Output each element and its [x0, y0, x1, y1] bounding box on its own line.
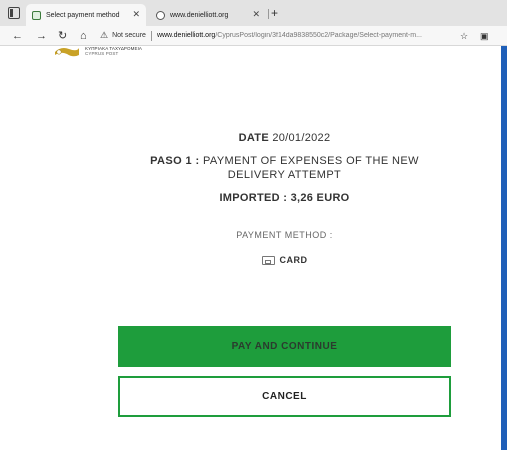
favorites-icon[interactable]: ☆: [460, 29, 468, 43]
date-line: DATE 20/01/2022: [118, 132, 451, 144]
back-icon[interactable]: ←: [12, 29, 23, 43]
cyprus-post-logo: ΚΥΠΡΙΑΚΑ ΤΑΧΥΔΡΟΜΕΙΑ CYPRUS POST: [53, 46, 153, 60]
browser-chrome: Select payment method ✕ www.denielliott.…: [0, 0, 507, 46]
tab-bar: Select payment method ✕ www.denielliott.…: [0, 0, 507, 26]
date-value: 20/01/2022: [272, 132, 331, 144]
page-favicon-icon: [32, 10, 41, 20]
tab-denielliott[interactable]: www.denielliott.org ✕: [150, 4, 266, 26]
warning-icon: ⚠: [100, 30, 109, 40]
payment-method-label: PAYMENT METHOD :: [236, 230, 333, 240]
card-option-label: CARD: [279, 255, 308, 265]
window-menu-icon[interactable]: [8, 7, 20, 19]
amount-label: IMPORTED :: [219, 192, 288, 204]
address-divider: [150, 30, 152, 41]
pay-and-continue-button[interactable]: PAY AND CONTINUE: [118, 326, 451, 367]
tab-select-payment[interactable]: Select payment method ✕: [26, 4, 146, 26]
close-icon[interactable]: ✕: [132, 9, 140, 20]
address-bar[interactable]: ⚠ Not secure www.denielliott.org /Cyprus…: [100, 27, 450, 44]
desktop-background-edge: [501, 46, 507, 450]
close-icon[interactable]: ✕: [252, 9, 260, 20]
home-icon[interactable]: ⌂: [80, 29, 87, 43]
credit-card-icon: [261, 255, 275, 265]
globe-icon: [156, 10, 165, 20]
collections-icon[interactable]: ▣: [480, 29, 489, 43]
tab-title: www.denielliott.org: [170, 11, 229, 19]
forward-icon[interactable]: →: [36, 29, 47, 43]
security-label: Not secure: [112, 32, 146, 39]
tab-divider: [268, 9, 269, 19]
post-horn-icon: [55, 48, 79, 57]
cancel-button[interactable]: CANCEL: [118, 376, 451, 417]
step-line: PASO 1 : PAYMENT OF EXPENSES OF THE NEW …: [118, 154, 451, 182]
navigation-bar: ← → ↻ ⌂ ⚠ Not secure www.denielliott.org…: [0, 26, 507, 46]
logo-line-english: CYPRUS POST: [85, 51, 119, 56]
web-page: ΚΥΠΡΙΑΚΑ ΤΑΧΥΔΡΟΜΕΙΑ CYPRUS POST DATE 20…: [0, 46, 501, 450]
payment-summary: DATE 20/01/2022 PASO 1 : PAYMENT OF EXPE…: [118, 132, 451, 265]
step-label: PASO 1 :: [150, 155, 200, 167]
tab-title: Select payment method: [46, 11, 120, 19]
step-text: PAYMENT OF EXPENSES OF THE NEW DELIVERY …: [202, 155, 419, 181]
date-label: DATE: [238, 132, 269, 144]
amount-line: IMPORTED : 3,26 EURO: [118, 192, 451, 204]
url-host: www.denielliott.org: [156, 32, 216, 39]
new-tab-icon[interactable]: +: [271, 6, 278, 20]
refresh-icon[interactable]: ↻: [58, 29, 67, 43]
url-path: /CyprusPost/login/3f14da9838550c2/Packag…: [215, 32, 422, 39]
amount-value: 3,26 EURO: [290, 192, 350, 204]
card-option[interactable]: CARD: [118, 255, 451, 265]
